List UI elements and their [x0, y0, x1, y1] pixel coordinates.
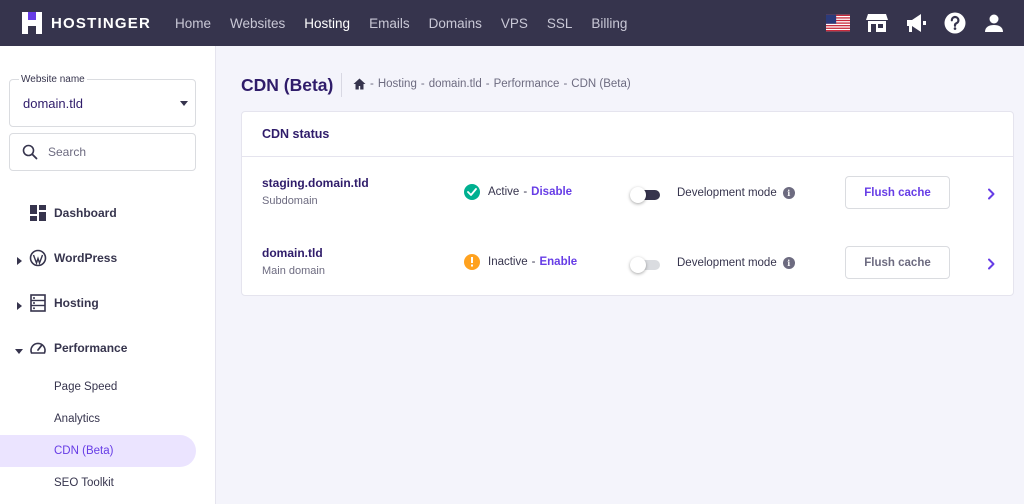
- check-circle-icon: [464, 184, 480, 200]
- search-box: [9, 133, 196, 171]
- flush-cache-button[interactable]: Flush cache: [845, 176, 950, 209]
- search-input[interactable]: [48, 143, 188, 161]
- hostinger-logo-icon: [22, 12, 42, 34]
- nav-hosting[interactable]: Hosting: [304, 16, 350, 31]
- disable-link[interactable]: Disable: [531, 186, 572, 198]
- development-mode-label: Development mode: [677, 187, 777, 199]
- cdn-row: staging.domain.tld Subdomain Active - Di…: [242, 158, 1013, 228]
- top-icons: [826, 0, 1006, 46]
- row-domain: domain.tld: [262, 246, 323, 260]
- sidebar-item-label: Performance: [54, 341, 128, 355]
- nav-billing[interactable]: Billing: [591, 16, 627, 31]
- sidebar-item-dashboard[interactable]: Dashboard: [0, 197, 216, 229]
- sidebar-subitem-analytics[interactable]: Analytics: [0, 403, 196, 435]
- store-icon[interactable]: [865, 11, 889, 35]
- nav-home[interactable]: Home: [175, 16, 211, 31]
- nav-domains[interactable]: Domains: [429, 16, 482, 31]
- nav-vps[interactable]: VPS: [501, 16, 528, 31]
- breadcrumb-current: CDN (Beta): [571, 78, 631, 90]
- sidebar-item-label: WordPress: [54, 251, 118, 265]
- home-icon[interactable]: [353, 78, 366, 90]
- sidebar-item-label: Dashboard: [54, 206, 117, 220]
- help-icon[interactable]: [943, 11, 967, 35]
- development-mode-toggle[interactable]: [630, 187, 662, 203]
- server-icon: [29, 294, 47, 312]
- development-mode: Development mode i: [677, 187, 795, 199]
- warning-circle-icon: [464, 254, 480, 270]
- breadcrumb-separator: -: [370, 78, 374, 90]
- us-flag-icon[interactable]: [826, 11, 850, 35]
- sidebar-item-hosting[interactable]: Hosting: [0, 287, 216, 319]
- caret-right-icon: [15, 299, 23, 310]
- status-text: Active: [488, 186, 520, 198]
- row-status: Inactive - Enable: [464, 254, 577, 270]
- caret-down-icon: [15, 344, 23, 354]
- development-mode: Development mode i: [677, 257, 795, 269]
- sidebar-subitem-label: Analytics: [54, 413, 101, 425]
- page-title: CDN (Beta): [241, 75, 334, 95]
- website-name-label: Website name: [19, 74, 87, 85]
- nav-emails[interactable]: Emails: [369, 16, 410, 31]
- title-divider: [341, 73, 342, 97]
- search-icon: [22, 144, 38, 165]
- cdn-row: domain.tld Main domain Inactive - Enable…: [242, 228, 1013, 298]
- info-icon[interactable]: i: [782, 187, 795, 199]
- main-nav: Home Websites Hosting Emails Domains VPS…: [175, 16, 646, 31]
- cdn-status-card: CDN status staging.domain.tld Subdomain …: [241, 111, 1014, 296]
- status-text: Inactive: [488, 256, 528, 268]
- sidebar-subitem-label: CDN (Beta): [54, 445, 114, 457]
- sidebar-subitem-cdn[interactable]: CDN (Beta): [0, 435, 196, 467]
- top-navbar: HOSTINGER Home Websites Hosting Emails D…: [0, 0, 1024, 46]
- chevron-right-icon[interactable]: [986, 187, 996, 200]
- sidebar-subitem-label: Page Speed: [54, 381, 118, 393]
- website-name-value: domain.tld: [23, 96, 83, 111]
- hostinger-logo[interactable]: HOSTINGER: [22, 12, 175, 34]
- breadcrumb-separator: -: [563, 78, 568, 90]
- row-status: Active - Disable: [464, 184, 572, 200]
- caret-down-icon: [180, 101, 188, 106]
- breadcrumb: - Hosting - domain.tld - Performance - C…: [353, 78, 631, 90]
- enable-link[interactable]: Enable: [539, 256, 577, 268]
- sidebar-subitem-seo-toolkit[interactable]: SEO Toolkit: [0, 467, 196, 499]
- flush-cache-button: Flush cache: [845, 246, 950, 279]
- sidebar-item-wordpress[interactable]: WordPress: [0, 242, 216, 274]
- breadcrumb-separator: -: [485, 78, 490, 90]
- nav-websites[interactable]: Websites: [230, 16, 285, 31]
- speedometer-icon: [29, 339, 47, 357]
- account-icon[interactable]: [982, 11, 1006, 35]
- chevron-right-icon[interactable]: [986, 257, 996, 270]
- status-separator: -: [523, 186, 528, 198]
- breadcrumb-hosting[interactable]: Hosting: [378, 78, 417, 90]
- website-name-select[interactable]: Website name domain.tld: [9, 74, 196, 127]
- sidebar-subitem-page-speed[interactable]: Page Speed: [0, 371, 196, 403]
- card-title: CDN status: [262, 127, 330, 141]
- wordpress-icon: [29, 249, 47, 267]
- sidebar-subitem-label: SEO Toolkit: [54, 477, 114, 489]
- sidebar-item-label: Hosting: [54, 296, 99, 310]
- brand-name: HOSTINGER: [51, 14, 151, 32]
- info-icon[interactable]: i: [782, 257, 795, 269]
- breadcrumb-separator: -: [420, 78, 425, 90]
- card-header: CDN status: [242, 112, 1013, 157]
- caret-right-icon: [15, 254, 23, 265]
- breadcrumb-performance[interactable]: Performance: [494, 78, 560, 90]
- development-mode-toggle: [630, 257, 662, 273]
- breadcrumb-domain[interactable]: domain.tld: [429, 78, 482, 90]
- dashboard-icon: [29, 204, 47, 222]
- sidebar-item-performance[interactable]: Performance: [0, 332, 216, 364]
- development-mode-label: Development mode: [677, 257, 777, 269]
- row-domain: staging.domain.tld: [262, 176, 369, 190]
- row-domain-type: Subdomain: [262, 195, 318, 207]
- sidebar: Website name domain.tld Dashboard: [0, 46, 216, 504]
- status-separator: -: [531, 256, 536, 268]
- megaphone-icon[interactable]: [904, 11, 928, 35]
- nav-ssl[interactable]: SSL: [547, 16, 573, 31]
- row-domain-type: Main domain: [262, 265, 325, 277]
